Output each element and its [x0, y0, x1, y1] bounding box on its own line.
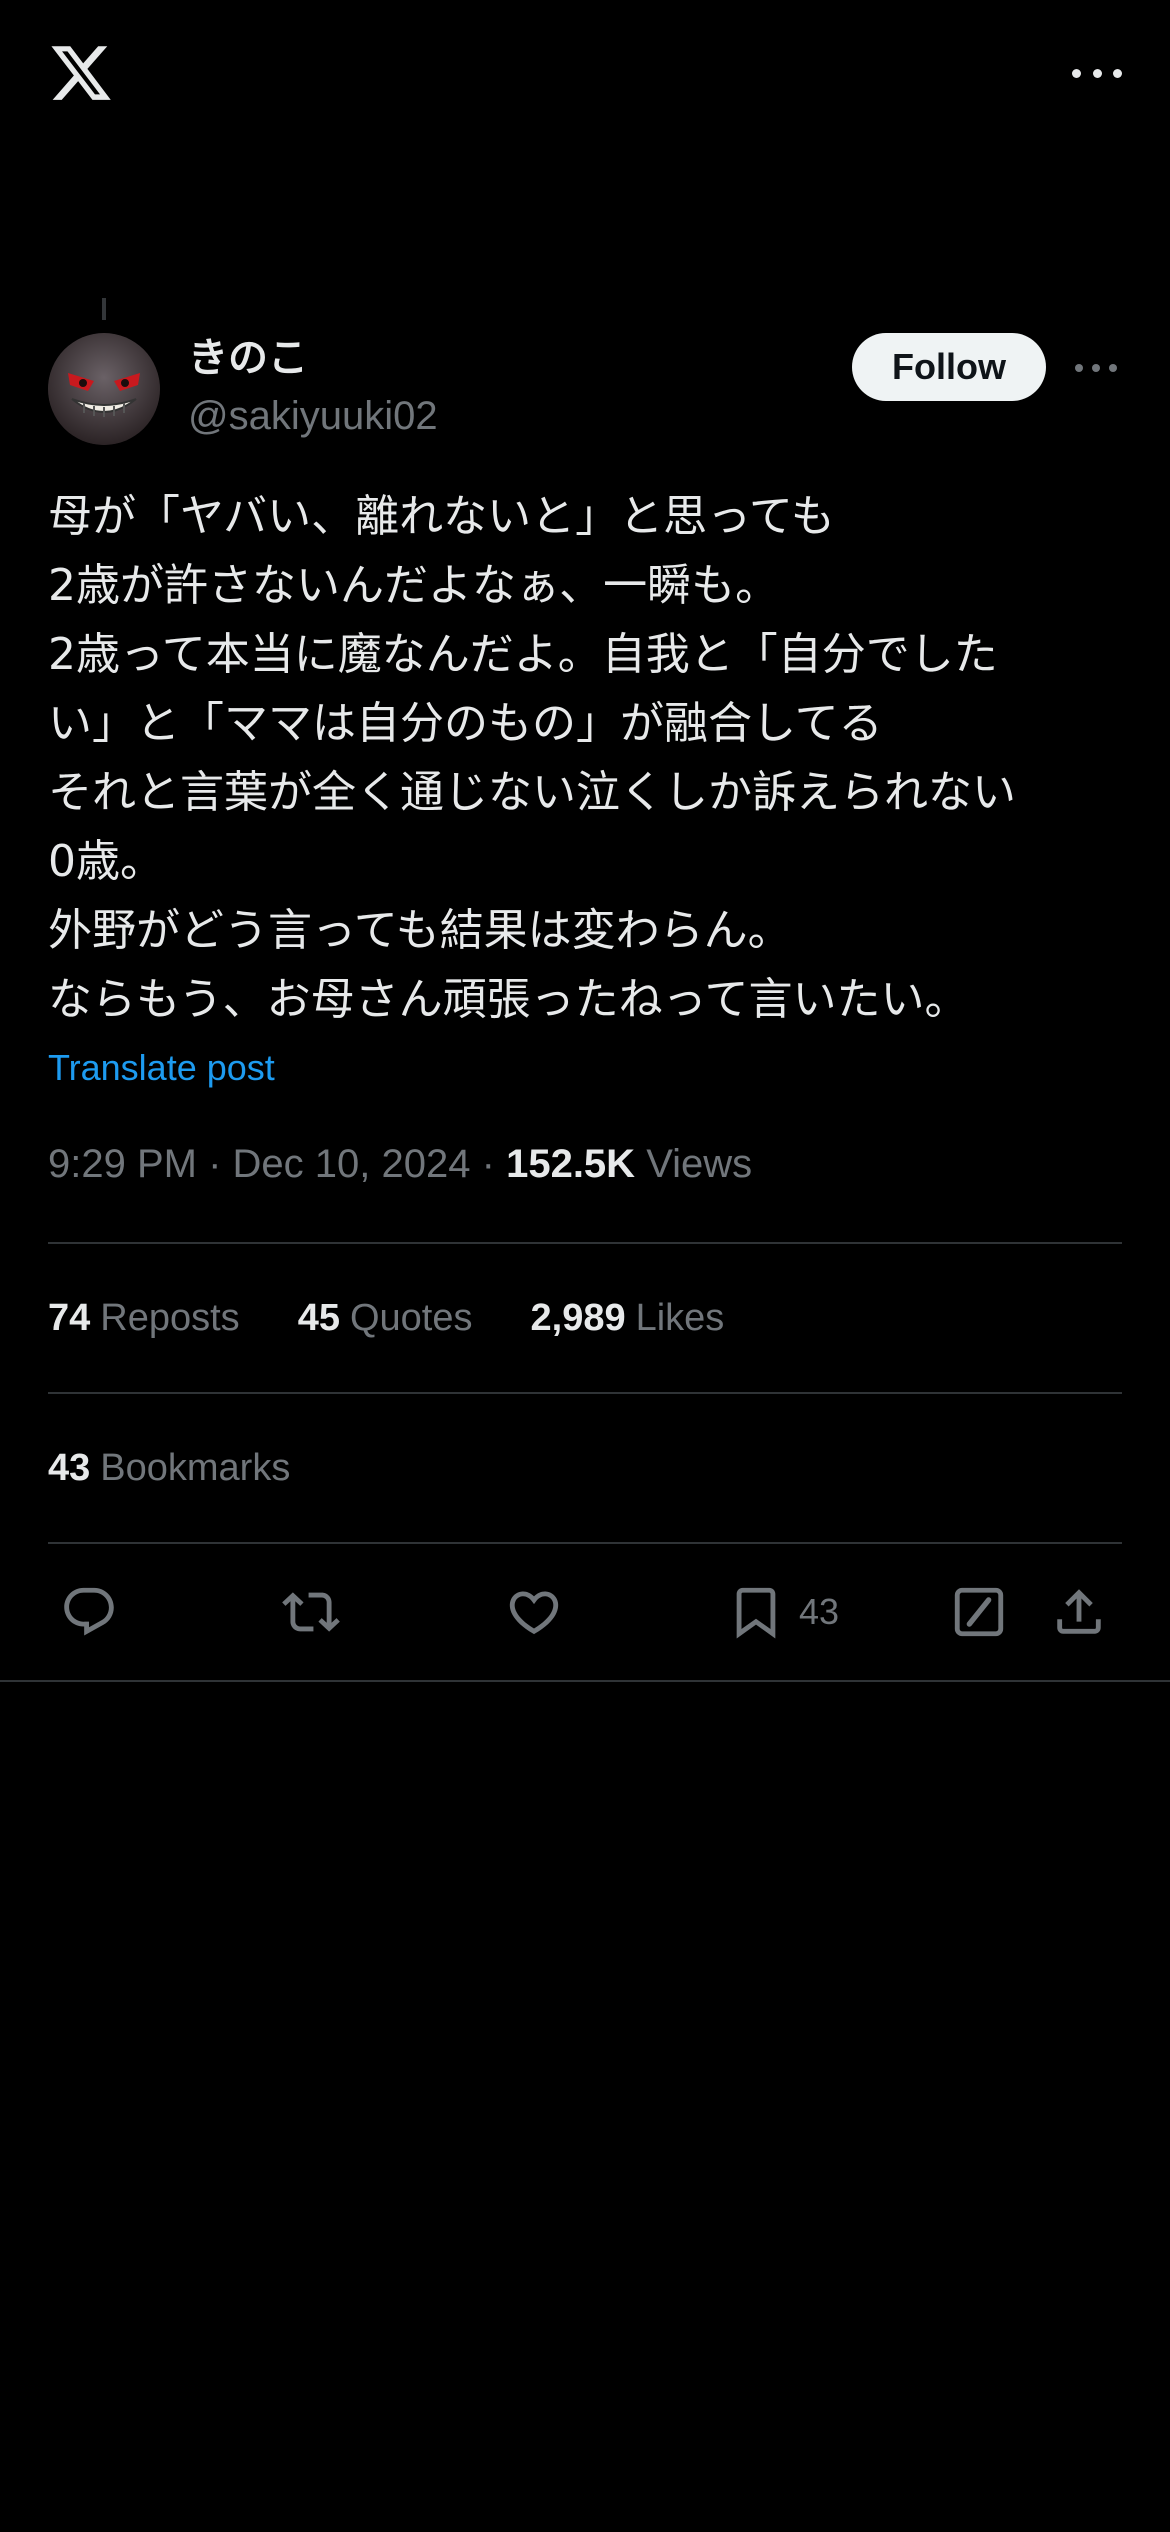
translate-post-link[interactable]: Translate post — [48, 1046, 275, 1090]
more-options-icon[interactable] — [1072, 56, 1122, 90]
views-label: Views — [646, 1142, 753, 1186]
thread-connector — [102, 298, 106, 320]
like-button[interactable] — [505, 1580, 563, 1644]
repost-icon — [282, 1592, 340, 1632]
grok-button[interactable] — [950, 1580, 1008, 1644]
likes-stat[interactable]: 2,989 Likes — [531, 1294, 725, 1342]
bookmark-count: 43 — [799, 1591, 840, 1632]
post-meta: 9:29 PM · Dec 10, 2024 · 152.5K Views — [48, 1140, 752, 1188]
grok-icon — [954, 1587, 1004, 1637]
post-more-icon[interactable] — [1075, 358, 1117, 378]
reply-button[interactable] — [60, 1580, 118, 1644]
divider — [48, 1392, 1122, 1394]
repost-button[interactable] — [282, 1580, 340, 1644]
post-bottom-divider — [0, 1680, 1170, 1682]
post-date[interactable]: Dec 10, 2024 — [233, 1142, 471, 1186]
bookmarks-stat[interactable]: 43 Bookmarks — [48, 1444, 290, 1492]
divider — [48, 1242, 1122, 1244]
engagement-stats: 74 Reposts 45 Quotes 2,989 Likes — [48, 1294, 782, 1342]
x-logo-icon[interactable] — [48, 40, 114, 106]
heart-icon — [509, 1591, 559, 1635]
divider — [48, 1542, 1122, 1544]
reposts-stat[interactable]: 74 Reposts — [48, 1294, 240, 1342]
author-handle[interactable]: @sakiyuuki02 — [188, 392, 438, 440]
avatar[interactable] — [48, 333, 160, 445]
follow-button[interactable]: Follow — [852, 333, 1046, 401]
share-button[interactable] — [1050, 1580, 1108, 1644]
post-time[interactable]: 9:29 PM — [48, 1142, 197, 1186]
bookmark-button[interactable]: 43 — [727, 1580, 839, 1644]
reply-icon — [64, 1587, 114, 1636]
share-icon — [1057, 1589, 1101, 1634]
bookmark-icon — [736, 1587, 776, 1639]
meta-separator: · — [208, 1142, 222, 1186]
avatar-image — [48, 333, 160, 445]
quotes-stat[interactable]: 45 Quotes — [298, 1294, 473, 1342]
views-count[interactable]: 152.5K — [506, 1142, 635, 1186]
top-bar — [0, 0, 1170, 150]
author-display-name[interactable]: きのこ — [188, 334, 308, 382]
meta-separator: · — [481, 1142, 495, 1186]
post-text: 母が「ヤバい、離れないと」と思っても 2歳が許さないんだよなぁ、一瞬も。 2歳っ… — [48, 491, 1016, 1025]
